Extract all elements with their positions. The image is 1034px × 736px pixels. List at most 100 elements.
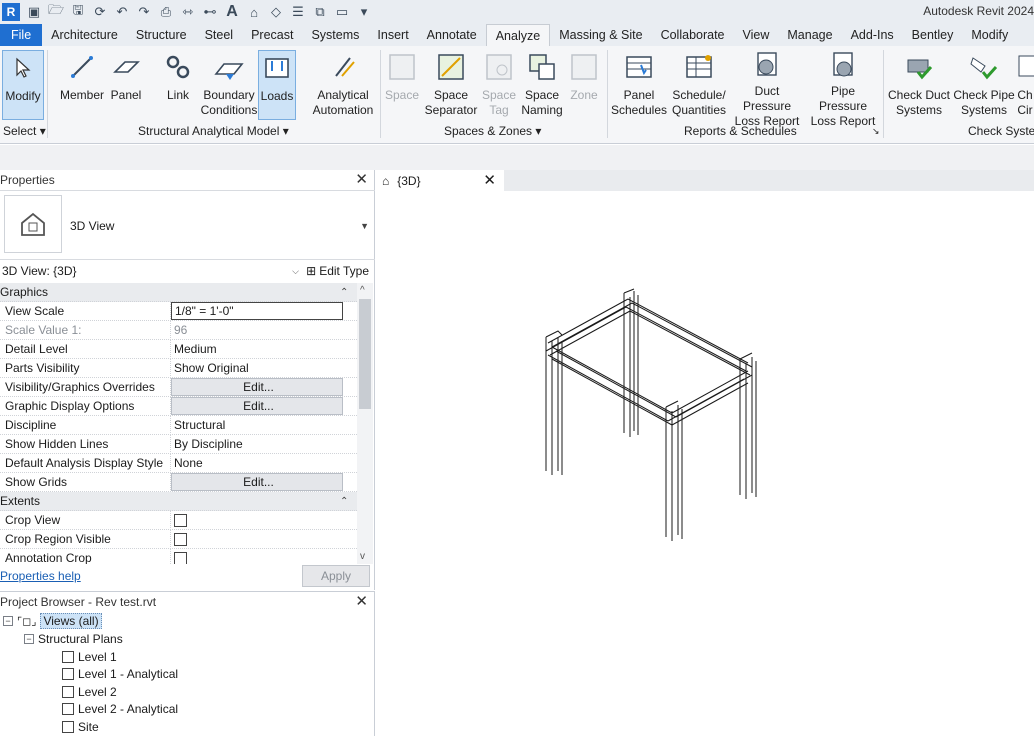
tree-root-views[interactable]: − ⌜◻⌟ Views (all) (3, 612, 102, 630)
chevron-down-icon[interactable]: ⌵ (292, 266, 306, 277)
space-naming-button[interactable]: Space Naming (520, 50, 564, 120)
schedule-quantities-button[interactable]: Schedule/ Quantities (668, 50, 730, 120)
3d-viewport[interactable] (376, 191, 1034, 736)
tab-precast[interactable]: Precast (242, 24, 302, 46)
sync-icon[interactable]: ⟳ (92, 4, 108, 20)
property-value[interactable]: Medium (171, 340, 357, 359)
tab-steel[interactable]: Steel (196, 24, 243, 46)
view-tab-3d[interactable]: ⌂ {3D} ✕ (376, 170, 504, 191)
tab-view[interactable]: View (734, 24, 779, 46)
3d-view-icon[interactable]: ⌂ (246, 4, 262, 20)
tree-item-level-2-analytical[interactable]: Level 2 - Analytical (62, 700, 178, 718)
open-icon[interactable]: 🗁 (48, 2, 64, 20)
member-button[interactable]: Member (56, 50, 108, 120)
panel-button[interactable]: Panel (108, 50, 144, 120)
collapse-icon[interactable]: − (3, 616, 13, 626)
tree-item-level-1[interactable]: Level 1 (62, 648, 117, 666)
edit-button[interactable]: Edit... (171, 397, 343, 415)
properties-help-link[interactable]: Properties help (0, 569, 81, 583)
property-value[interactable]: None (171, 454, 357, 473)
space-separator-button[interactable]: Space Separator (422, 50, 480, 120)
tab-manage[interactable]: Manage (778, 24, 841, 46)
chevron-down-icon[interactable]: ▼ (360, 221, 369, 231)
edit-button[interactable]: Edit... (171, 473, 343, 491)
tree-group-structural-plans[interactable]: − Structural Plans (24, 630, 123, 648)
tab-add-ins[interactable]: Add-Ins (842, 24, 903, 46)
property-value[interactable]: 1/8" = 1'-0" (171, 302, 343, 320)
property-value[interactable]: By Discipline (171, 435, 357, 454)
check-duct-systems-button[interactable]: Check Duct Systems (886, 50, 952, 120)
scroll-up-icon[interactable]: ^ (360, 285, 365, 296)
tab-systems[interactable]: Systems (302, 24, 368, 46)
collapse-icon[interactable]: − (24, 634, 34, 644)
tab-massing-site[interactable]: Massing & Site (550, 24, 651, 46)
tab-file[interactable]: File (0, 24, 43, 46)
scroll-thumb[interactable] (359, 299, 371, 409)
text-icon[interactable]: A (224, 3, 240, 20)
check-pipe-systems-button[interactable]: Check Pipe Systems (952, 50, 1016, 120)
dialog-launcher-icon[interactable]: ↘ (872, 126, 880, 137)
analytical-automation-button[interactable]: Analytical Automation (310, 50, 376, 120)
switch-windows-icon[interactable]: ▭ (334, 4, 350, 20)
close-icon[interactable]: ✕ (355, 592, 368, 612)
home-icon[interactable]: ▣ (26, 4, 42, 20)
property-group-header[interactable]: Extents ⌃ (0, 492, 357, 511)
loads-button[interactable]: Loads (258, 50, 296, 120)
boundary-conditions-button[interactable]: Boundary Conditions (198, 50, 260, 120)
collapse-icon[interactable]: ⌃ (340, 287, 348, 298)
scroll-down-icon[interactable]: v (360, 551, 365, 562)
close-hidden-icon[interactable]: ⧉ (312, 4, 328, 20)
apply-button[interactable]: Apply (302, 565, 370, 587)
tab-analyze[interactable]: Analyze (485, 24, 551, 46)
spaces-zones-label[interactable]: Spaces & Zones ▾ (444, 124, 541, 138)
pipe-pressure-loss-report-button[interactable]: Pipe Pressure Loss Report (806, 50, 880, 128)
section-icon[interactable]: ◇ (268, 4, 284, 20)
type-selector[interactable]: 3D View ▼ (0, 190, 375, 260)
revit-logo-icon[interactable]: R (2, 3, 20, 21)
tab-architecture[interactable]: Architecture (42, 24, 127, 46)
property-value[interactable]: Structural (171, 416, 357, 435)
close-icon[interactable]: ✕ (483, 171, 496, 189)
instance-filter[interactable]: 3D View: {3D} (0, 264, 292, 278)
print-icon[interactable]: ⎙ (158, 4, 174, 20)
property-value[interactable]: Show Original (171, 359, 357, 378)
property-checkbox[interactable] (171, 530, 357, 549)
checkbox[interactable] (174, 532, 187, 546)
tree-item-level-2[interactable]: Level 2 (62, 683, 117, 701)
property-checkbox[interactable] (171, 549, 357, 564)
aligned-dimension-icon[interactable]: ⊷ (202, 4, 218, 20)
tab-insert[interactable]: Insert (368, 24, 417, 46)
space-tag-button[interactable]: Space Tag (480, 50, 518, 120)
checkbox[interactable] (174, 551, 187, 564)
structural-frame-model[interactable] (376, 191, 1034, 736)
undo-icon[interactable]: ↶ (114, 4, 130, 20)
redo-icon[interactable]: ↷ (136, 4, 152, 20)
checkbox[interactable] (174, 513, 187, 527)
tab-annotate[interactable]: Annotate (418, 24, 486, 46)
edit-button[interactable]: Edit... (171, 378, 343, 396)
close-icon[interactable]: ✕ (355, 170, 368, 190)
structural-analytical-model-label[interactable]: Structural Analytical Model ▾ (138, 124, 289, 138)
measure-icon[interactable]: ⇿ (180, 4, 196, 20)
collapse-icon[interactable]: ⌃ (340, 496, 348, 507)
property-group-header[interactable]: Graphics ⌃ (0, 283, 357, 302)
properties-scrollbar[interactable]: ^ v (357, 283, 373, 564)
tab-bentley[interactable]: Bentley (903, 24, 963, 46)
tree-item-site[interactable]: Site (62, 718, 99, 736)
link-button[interactable]: Link (160, 50, 196, 120)
tree-item-level-1-analytical[interactable]: Level 1 - Analytical (62, 665, 178, 683)
space-button[interactable]: Space (384, 50, 420, 120)
customize-qat-icon[interactable]: ▾ (356, 4, 372, 20)
tab-collaborate[interactable]: Collaborate (652, 24, 734, 46)
check-circuits-button[interactable]: Ch Cir (1016, 50, 1034, 120)
tab-structure[interactable]: Structure (127, 24, 196, 46)
tab-modify[interactable]: Modify (962, 24, 1017, 46)
select-panel-label[interactable]: Select ▾ (3, 124, 46, 138)
modify-button[interactable]: Modify (2, 50, 44, 120)
zone-button[interactable]: Zone (566, 50, 602, 120)
save-icon[interactable]: 🖫 (70, 2, 86, 20)
thin-lines-icon[interactable]: ☰ (290, 4, 306, 20)
duct-pressure-loss-report-button[interactable]: Duct Pressure Loss Report (730, 50, 804, 128)
reports-schedules-label[interactable]: Reports & Schedules (684, 124, 797, 138)
panel-schedules-button[interactable]: Panel Schedules (611, 50, 667, 120)
